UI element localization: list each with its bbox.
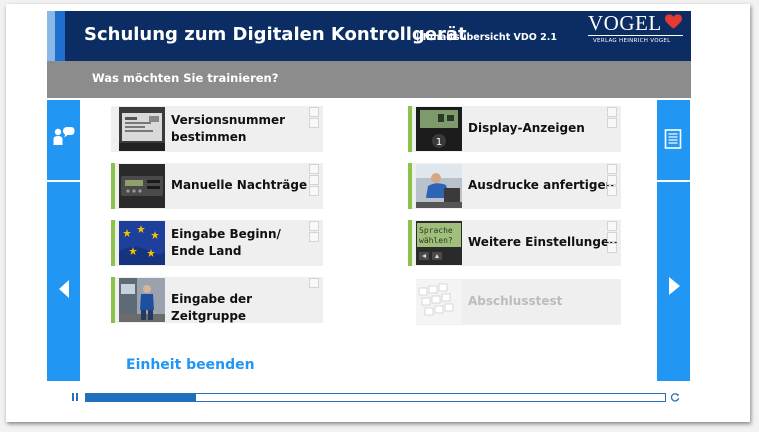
eu-flag-photo xyxy=(119,221,165,265)
progress-boxes xyxy=(607,221,618,254)
progress-boxes xyxy=(309,221,320,243)
svg-text:Sprache: Sprache xyxy=(419,226,453,235)
progress-fill xyxy=(86,394,196,401)
progress-box xyxy=(309,107,319,117)
completion-accent xyxy=(111,220,115,266)
replay-icon[interactable] xyxy=(670,392,680,402)
heart-logo-icon xyxy=(665,14,682,29)
svg-text:wählen?: wählen? xyxy=(419,236,453,245)
course-subtitle: | Inhaltsübersicht VDO 2.1 xyxy=(416,32,557,43)
progress-box xyxy=(309,186,319,196)
pause-icon[interactable] xyxy=(72,393,80,401)
driver-cab-photo xyxy=(416,164,462,208)
svg-text:1: 1 xyxy=(436,137,442,148)
vogel-logo-tagline: VERLAG HEINRICH VOGEL xyxy=(593,38,671,44)
completion-accent xyxy=(111,163,115,209)
progress-box xyxy=(309,164,319,174)
menu-item-display-anzeigen[interactable]: 1 Display-Anzeigen xyxy=(408,106,621,152)
completion-accent xyxy=(408,163,412,209)
progress-track[interactable] xyxy=(85,393,666,402)
end-unit-link[interactable]: Einheit beenden xyxy=(126,357,255,373)
menu-item-abschlusstest: Abschlusstest xyxy=(416,279,621,325)
menu-item-label: Eingabe der Zeitgruppe xyxy=(171,292,253,323)
progress-box xyxy=(607,118,617,128)
progress-boxes xyxy=(607,164,618,197)
side-button-contents[interactable] xyxy=(657,100,690,180)
progress-box xyxy=(309,232,319,242)
arrow-right-icon xyxy=(669,277,680,295)
menu-item-label: Eingabe Beginn/ Ende Land xyxy=(171,227,281,258)
arrow-left-icon xyxy=(59,280,69,298)
display-photo: 1 xyxy=(416,107,462,151)
side-button-info[interactable] xyxy=(47,100,80,180)
lcd-language-photo: Sprache wählen? xyxy=(416,221,462,265)
completion-accent xyxy=(408,106,412,152)
pause-bar xyxy=(72,393,74,401)
progress-box xyxy=(607,175,617,185)
document-list-icon xyxy=(664,129,682,149)
progress-boxes xyxy=(309,278,320,289)
progress-box xyxy=(309,118,319,128)
menu-item-weitere-einstellungen[interactable]: Sprache wählen? Weitere Einstellungen xyxy=(408,220,621,266)
progress-box xyxy=(607,107,617,117)
course-title: Schulung zum Digitalen Kontrollgerät xyxy=(84,24,467,45)
pause-bar xyxy=(76,393,78,401)
menu-item-ausdrucke-anfertigen[interactable]: Ausdrucke anfertigen xyxy=(408,163,621,209)
header-stripe-blue xyxy=(55,11,65,61)
progress-box xyxy=(607,186,617,196)
nav-prev-button[interactable] xyxy=(47,182,80,381)
progress-boxes xyxy=(309,164,320,197)
device-label-photo xyxy=(119,107,165,151)
progress-box xyxy=(607,164,617,174)
menu-item-eingabe-der-zeitgruppe[interactable]: Eingabe der Zeitgruppe xyxy=(111,277,323,323)
completion-accent xyxy=(408,220,412,266)
driver-truck-photo xyxy=(119,278,165,322)
completion-accent xyxy=(111,277,115,323)
keyboard-photo xyxy=(416,280,462,324)
progress-box xyxy=(309,278,319,288)
nav-next-button[interactable] xyxy=(657,182,690,381)
vogel-logo-word: VOGEL xyxy=(588,11,662,35)
progress-box xyxy=(607,221,617,231)
menu-item-eingabe-beginn-ende-land[interactable]: Eingabe Beginn/ Ende Land xyxy=(111,220,323,266)
menu-item-label: Ausdrucke anfertigen xyxy=(468,178,615,192)
logo-divider xyxy=(588,35,683,36)
question-text: Was möchten Sie trainieren? xyxy=(92,71,279,85)
menu-item-manuelle-nachtraege[interactable]: Manuelle Nachträge xyxy=(111,163,323,209)
menu-item-label: Display-Anzeigen xyxy=(468,121,585,135)
tachograph-photo xyxy=(119,164,165,208)
header-stripe-light xyxy=(47,11,55,61)
speaker-person-icon xyxy=(53,127,75,145)
menu-item-label: Abschlusstest xyxy=(468,294,563,308)
progress-box xyxy=(607,243,617,253)
progress-box xyxy=(607,232,617,242)
menu-item-versionsnummer[interactable]: Versionsnummer bestimmen xyxy=(111,106,323,152)
progress-boxes xyxy=(607,107,618,129)
menu-item-label: Manuelle Nachträge xyxy=(171,178,308,192)
progress-box xyxy=(309,175,319,185)
progress-boxes xyxy=(309,107,320,129)
progress-box xyxy=(309,221,319,231)
menu-item-label: Weitere Einstellungen xyxy=(468,235,618,249)
menu-item-label: Versionsnummer bestimmen xyxy=(171,113,286,144)
